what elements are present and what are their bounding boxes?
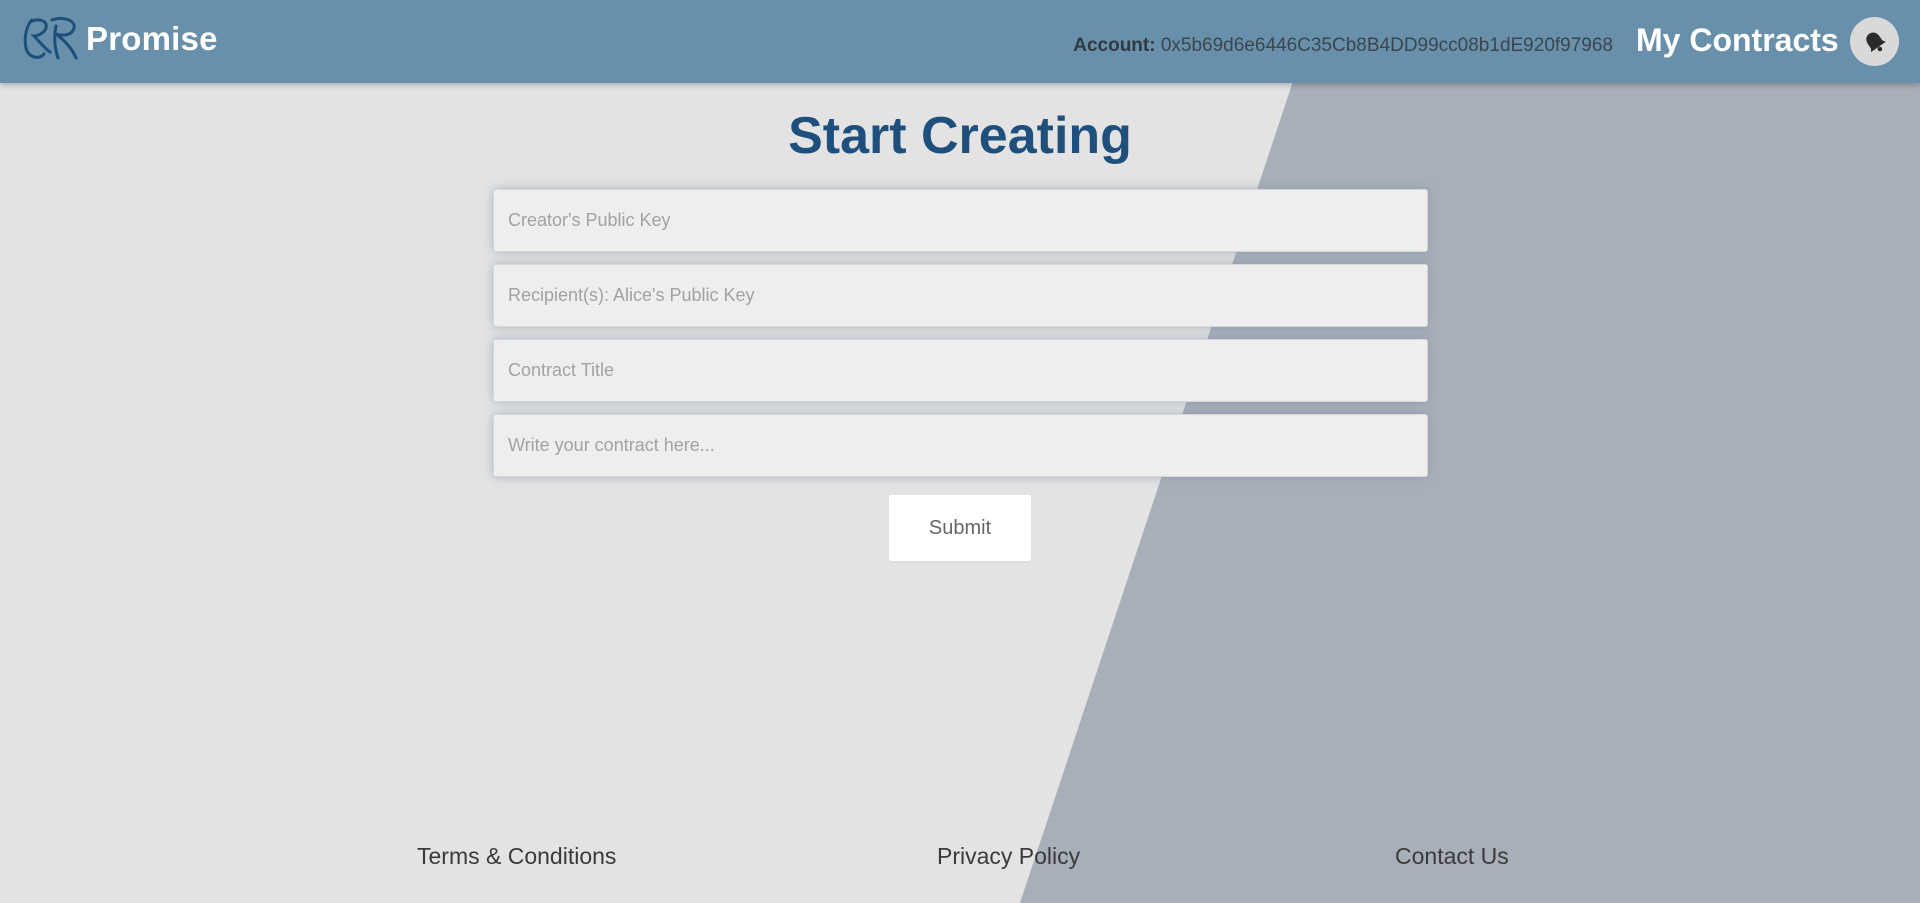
contract-title-input[interactable] (493, 339, 1428, 402)
brand-name: Promise (86, 20, 218, 57)
creator-public-key-input[interactable] (493, 189, 1428, 252)
footer-contact-link[interactable]: Contact Us (1395, 843, 1509, 870)
account-info: Account: 0x5b69d6e6446C35Cb8B4DD99cc08b1… (1073, 35, 1613, 57)
top-navbar: Promise Account: 0x5b69d6e6446C35Cb8B4DD… (0, 0, 1920, 83)
create-contract-form (493, 189, 1428, 489)
page-title: Start Creating (788, 107, 1132, 165)
footer-terms-link[interactable]: Terms & Conditions (417, 843, 616, 870)
bell-icon (1865, 31, 1886, 52)
footer-privacy-link[interactable]: Privacy Policy (937, 843, 1080, 870)
brand-home-link[interactable]: Promise (22, 14, 218, 64)
recipient-public-key-input[interactable] (493, 264, 1428, 327)
notification-button[interactable] (1850, 17, 1899, 66)
contract-body-input[interactable] (493, 414, 1428, 477)
promise-logo-icon (23, 16, 78, 60)
account-label: Account: (1073, 35, 1156, 56)
account-address: 0x5b69d6e6446C35Cb8B4DD99cc08b1dE920f979… (1160, 35, 1613, 56)
submit-button[interactable]: Submit (889, 495, 1031, 561)
my-contracts-link[interactable]: My Contracts (1636, 22, 1839, 59)
